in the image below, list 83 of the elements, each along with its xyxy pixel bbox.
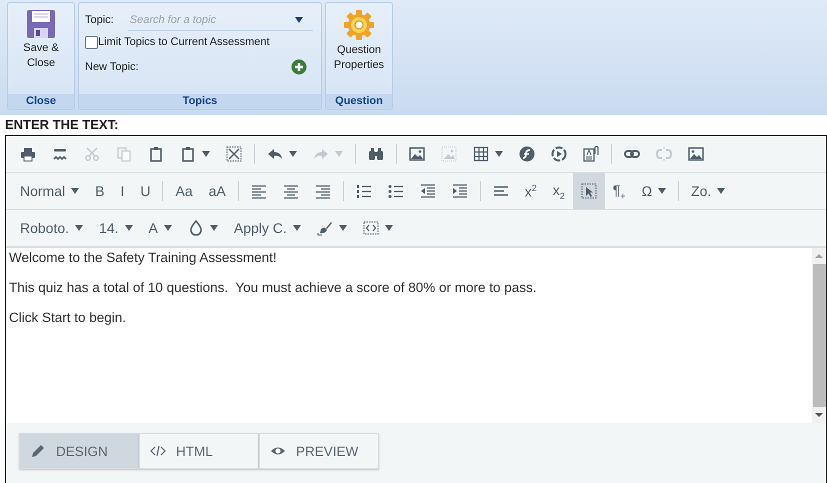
spelling-icon <box>52 146 68 162</box>
copy-icon <box>116 146 132 162</box>
toolbar-button[interactable]: Apply C. <box>226 210 309 246</box>
undo-icon <box>267 146 283 162</box>
toolbar-button[interactable]: x$_{2}$ <box>544 173 573 209</box>
toolbar-button[interactable]: Aa <box>167 173 201 209</box>
toolbar-button[interactable]: Normal <box>12 173 88 209</box>
water-drop-icon <box>188 220 204 236</box>
toolbar-button[interactable]: Ω <box>634 173 674 209</box>
align-right-icon <box>314 183 331 199</box>
play-icon <box>551 146 567 162</box>
caret-icon <box>164 225 172 231</box>
table-icon <box>473 146 489 162</box>
clipboard-icon <box>180 146 196 162</box>
group-label: Topics <box>79 94 321 109</box>
caret-icon <box>71 188 80 194</box>
toolbar-button[interactable]: Zo. <box>683 173 734 209</box>
toolbar-button[interactable]: x$^{2}$ <box>516 173 545 209</box>
caret-icon <box>384 225 393 231</box>
group-label: Question <box>326 94 392 109</box>
checkbox[interactable] <box>85 36 98 48</box>
caret-icon <box>292 225 301 231</box>
toolbar-button[interactable]: B <box>87 173 112 209</box>
caret-icon <box>202 151 210 157</box>
clipboard-icon <box>148 146 164 162</box>
toolbar-button[interactable]: aA <box>200 173 234 209</box>
add-icon[interactable] <box>291 59 307 75</box>
binoculars-icon <box>368 146 384 162</box>
mode-tab[interactable]: PREVIEW <box>259 433 379 469</box>
caret-icon <box>717 188 726 194</box>
save-close-button[interactable]: Save & Close <box>7 3 75 77</box>
topic-label: Topic: <box>85 14 114 26</box>
bullet-list-icon <box>388 183 404 199</box>
redo-icon <box>313 146 329 162</box>
align-left-icon <box>250 183 267 199</box>
paragraph: Click Start to begin. <box>9 311 128 325</box>
image-icon <box>441 146 457 162</box>
group-label: Close <box>8 94 74 109</box>
new-topic-label: New Topic: <box>85 61 139 73</box>
toolbar-button[interactable]: 14. <box>91 210 141 246</box>
caret-icon <box>335 151 343 157</box>
mode-tab[interactable]: DESIGN <box>19 433 139 469</box>
question-properties-button[interactable]: Question Properties <box>325 3 393 79</box>
outdent-icon <box>420 183 436 199</box>
unlink-icon <box>656 146 672 162</box>
toolbar-button[interactable]: I <box>112 173 132 209</box>
gear-icon <box>343 9 375 41</box>
indent-icon <box>452 183 468 199</box>
numbered-list-icon <box>356 183 372 199</box>
image-icon <box>688 146 704 162</box>
caret-icon <box>338 225 347 231</box>
caret-icon <box>295 16 303 22</box>
toolbar-button[interactable]: A <box>140 210 180 246</box>
document-icon <box>583 146 599 162</box>
scrollbar[interactable] <box>812 248 826 423</box>
flash-icon <box>519 146 535 162</box>
paragraph: This quiz has a total of 10 questions. You must achieve a score of 80% or more to pass. <box>9 281 538 295</box>
form-field-button[interactable] <box>572 173 605 209</box>
toolbar-button[interactable]: ¶$_{+}$ <box>604 173 634 209</box>
align-center-icon <box>282 183 299 199</box>
topic-search-field[interactable]: Search for a topic <box>128 12 295 26</box>
checkbox-label: Limit Topics to Current Assessment <box>98 36 270 48</box>
caret-icon <box>124 225 133 231</box>
image-icon <box>409 146 425 162</box>
caret-icon <box>658 188 666 194</box>
caret-icon <box>75 225 84 231</box>
brush-icon <box>316 220 333 236</box>
toolbar-button[interactable]: U <box>132 173 158 209</box>
toolbar-button[interactable]: Roboto. <box>12 210 92 246</box>
scissors-icon <box>84 146 100 162</box>
caret-icon <box>210 225 218 231</box>
code-box-icon <box>362 220 379 236</box>
caret-icon <box>495 151 503 157</box>
print-icon <box>20 146 36 162</box>
form-field-icon <box>580 183 597 199</box>
code-icon <box>150 443 166 459</box>
mode-tab[interactable]: HTML <box>139 433 259 469</box>
paragraph: Welcome to the Safety Training Assessment! <box>9 251 278 265</box>
caret-icon <box>289 151 297 157</box>
fullscreen-icon <box>226 146 242 162</box>
pencil-icon <box>30 443 46 459</box>
align-left-icon <box>492 183 509 199</box>
section-heading: ENTER THE TEXT: <box>4 116 120 134</box>
